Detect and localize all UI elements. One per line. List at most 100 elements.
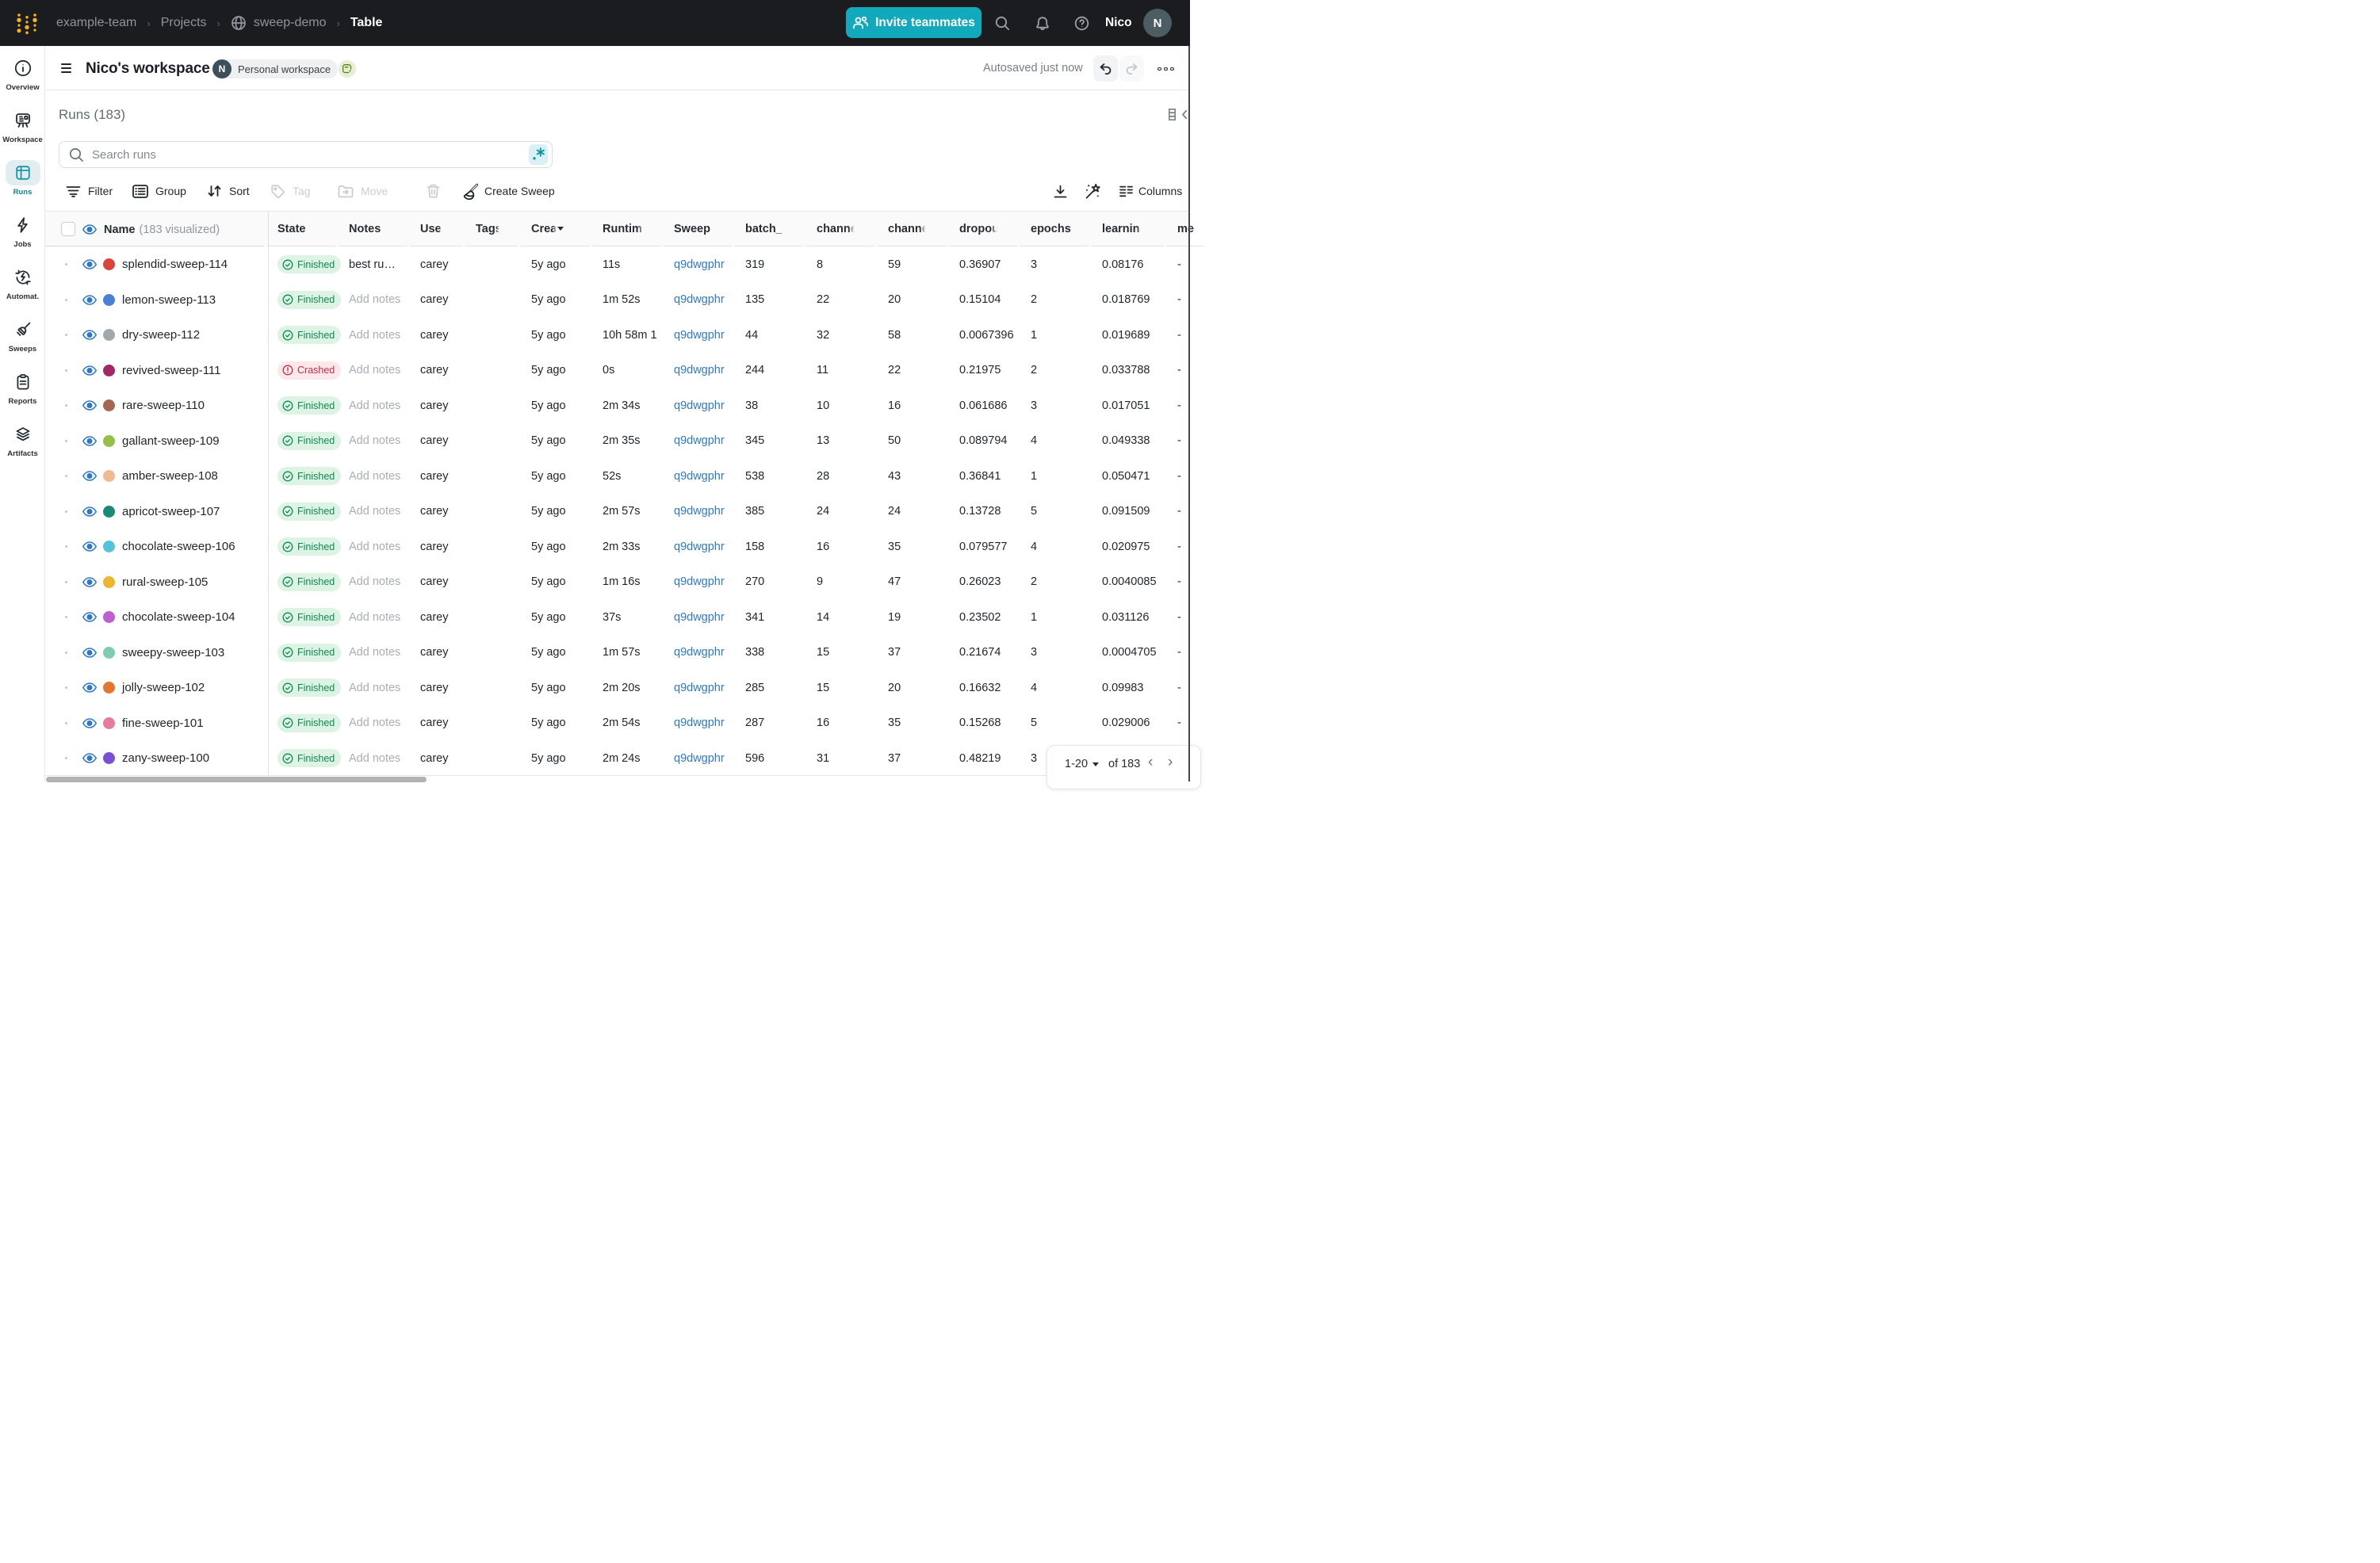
sidebar-item-automat[interactable]: Automat. xyxy=(0,265,45,317)
select-all-checkbox[interactable] xyxy=(61,222,75,236)
undo-button[interactable] xyxy=(1093,55,1118,82)
run-row[interactable]: jolly-sweep-102 Finished Add notes carey… xyxy=(45,670,1190,705)
navbar-search-icon[interactable] xyxy=(995,0,1010,46)
drag-handle-dot[interactable] xyxy=(65,651,67,654)
run-color-dot[interactable] xyxy=(103,611,115,623)
run-sweep-link[interactable]: q9dwgphr xyxy=(674,423,725,459)
sidebar-item-sweeps[interactable]: Sweeps xyxy=(0,317,45,369)
column-header-ch1[interactable]: channe xyxy=(806,212,874,246)
run-sweep-link[interactable]: q9dwgphr xyxy=(674,564,725,600)
drag-handle-dot[interactable] xyxy=(65,369,67,372)
column-header-user[interactable]: User xyxy=(410,212,462,246)
run-row[interactable]: chocolate-sweep-104 Finished Add notes c… xyxy=(45,599,1190,635)
wandb-logo-icon[interactable] xyxy=(14,11,40,35)
delete-button[interactable] xyxy=(427,181,440,201)
page-range[interactable]: 1-20 xyxy=(1065,757,1088,771)
workspace-menu-icon[interactable] xyxy=(61,63,71,73)
run-sweep-link[interactable]: q9dwgphr xyxy=(674,635,725,671)
run-sweep-link[interactable]: q9dwgphr xyxy=(674,705,725,741)
personal-workspace-badge[interactable]: N Personal workspace xyxy=(212,59,339,78)
run-visibility-eye-icon[interactable] xyxy=(82,612,97,622)
run-notes[interactable]: Add notes xyxy=(349,705,400,741)
run-name[interactable]: revived-sweep-111 xyxy=(122,353,221,388)
run-row[interactable]: splendid-sweep-114 Finished best ru… car… xyxy=(45,246,1190,282)
export-button[interactable] xyxy=(1054,181,1067,201)
tag-button[interactable]: Tag xyxy=(270,181,311,201)
column-header-created[interactable]: Crea xyxy=(521,212,589,246)
breadcrumb-project[interactable]: sweep-demo xyxy=(254,16,327,30)
run-name[interactable]: amber-sweep-108 xyxy=(122,458,218,494)
run-visibility-eye-icon[interactable] xyxy=(82,753,97,763)
drag-handle-dot[interactable] xyxy=(65,686,67,689)
drag-handle-dot[interactable] xyxy=(65,404,67,407)
workspace-sparkle-button[interactable] xyxy=(339,60,356,78)
run-color-dot[interactable] xyxy=(103,399,115,411)
search-runs-input[interactable] xyxy=(92,147,529,162)
group-button[interactable]: Group xyxy=(132,181,186,201)
run-sweep-link[interactable]: q9dwgphr xyxy=(674,388,725,423)
run-sweep-link[interactable]: q9dwgphr xyxy=(674,353,725,388)
next-page-chevron-icon[interactable]: › xyxy=(1168,755,1173,770)
run-notes[interactable]: Add notes xyxy=(349,458,400,494)
run-name[interactable]: fine-sweep-101 xyxy=(122,705,204,741)
run-notes[interactable]: Add notes xyxy=(349,388,400,423)
horizontal-scrollbar-thumb[interactable] xyxy=(46,777,427,782)
run-color-dot[interactable] xyxy=(103,752,115,764)
run-sweep-link[interactable]: q9dwgphr xyxy=(674,740,725,775)
run-visibility-eye-icon[interactable] xyxy=(82,506,97,517)
run-row[interactable]: rare-sweep-110 Finished Add notes carey … xyxy=(45,388,1190,423)
run-row[interactable]: chocolate-sweep-106 Finished Add notes c… xyxy=(45,529,1190,564)
magic-button[interactable] xyxy=(1085,181,1101,201)
run-visibility-eye-icon[interactable] xyxy=(82,400,97,411)
invite-teammates-button[interactable]: Invite teammates xyxy=(846,7,981,38)
vertical-scrollbar-thumb[interactable] xyxy=(1188,46,1190,782)
run-visibility-eye-icon[interactable] xyxy=(82,647,97,658)
run-row[interactable]: revived-sweep-111 Crashed Add notes care… xyxy=(45,353,1190,388)
run-sweep-link[interactable]: q9dwgphr xyxy=(674,494,725,529)
column-header-tags[interactable]: Tags xyxy=(465,212,518,246)
run-row[interactable]: zany-sweep-100 Finished Add notes carey … xyxy=(45,740,1190,775)
run-name[interactable]: dry-sweep-112 xyxy=(122,317,200,353)
run-visibility-eye-icon[interactable] xyxy=(82,435,97,446)
workspace-title[interactable]: Nico's workspace xyxy=(86,60,210,78)
drag-handle-dot[interactable] xyxy=(65,545,67,548)
run-sweep-link[interactable]: q9dwgphr xyxy=(674,317,725,353)
run-color-dot[interactable] xyxy=(103,364,115,376)
run-notes[interactable]: Add notes xyxy=(349,353,400,388)
run-notes[interactable]: Add notes xyxy=(349,494,400,529)
run-sweep-link[interactable]: q9dwgphr xyxy=(674,670,725,705)
column-header-notes[interactable]: Notes xyxy=(339,212,407,246)
visibility-eye-icon[interactable] xyxy=(82,224,97,235)
run-sweep-link[interactable]: q9dwgphr xyxy=(674,458,725,494)
column-header-runtime[interactable]: Runtim xyxy=(592,212,660,246)
run-sweep-link[interactable]: q9dwgphr xyxy=(674,246,725,282)
prev-page-chevron-icon[interactable]: ‹ xyxy=(1148,755,1153,770)
run-name[interactable]: jolly-sweep-102 xyxy=(122,670,205,705)
move-button[interactable]: Move xyxy=(338,181,388,201)
sidebar-item-artifacts[interactable]: Artifacts xyxy=(0,422,45,474)
drag-handle-dot[interactable] xyxy=(65,439,67,442)
run-row[interactable]: sweepy-sweep-103 Finished Add notes care… xyxy=(45,635,1190,671)
run-color-dot[interactable] xyxy=(103,646,115,659)
run-name[interactable]: apricot-sweep-107 xyxy=(122,494,220,529)
run-visibility-eye-icon[interactable] xyxy=(82,259,97,269)
run-row[interactable]: lemon-sweep-113 Finished Add notes carey… xyxy=(45,282,1190,318)
drag-handle-dot[interactable] xyxy=(65,721,67,724)
sidebar-item-overview[interactable]: Overview xyxy=(0,55,45,108)
collapse-chevron-icon[interactable] xyxy=(1182,110,1187,119)
run-color-dot[interactable] xyxy=(103,541,115,552)
run-visibility-eye-icon[interactable] xyxy=(82,365,97,376)
name-column-header[interactable]: Name (183 visualized) xyxy=(104,212,220,247)
run-notes[interactable]: Add notes xyxy=(349,529,400,564)
run-row[interactable]: dry-sweep-112 Finished Add notes carey 5… xyxy=(45,317,1190,353)
run-name[interactable]: gallant-sweep-109 xyxy=(122,423,220,459)
help-icon[interactable] xyxy=(1074,0,1089,46)
run-color-dot[interactable] xyxy=(103,717,115,729)
run-name[interactable]: rural-sweep-105 xyxy=(122,564,208,600)
run-name[interactable]: rare-sweep-110 xyxy=(122,388,205,423)
run-row[interactable]: amber-sweep-108 Finished Add notes carey… xyxy=(45,458,1190,494)
run-name[interactable]: chocolate-sweep-104 xyxy=(122,599,235,635)
column-header-state[interactable]: State xyxy=(267,212,335,246)
run-notes[interactable]: Add notes xyxy=(349,740,400,775)
breadcrumb-team[interactable]: example-team xyxy=(56,16,136,30)
